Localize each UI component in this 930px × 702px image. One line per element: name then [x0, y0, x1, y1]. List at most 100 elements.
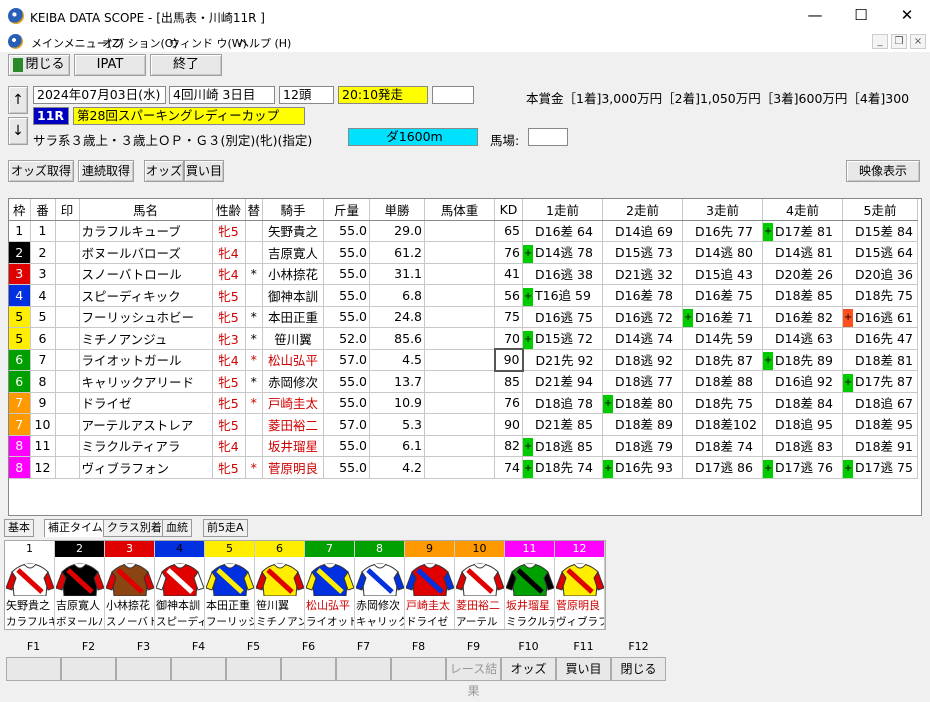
tab-class-betsu[interactable]: クラス別着 — [103, 519, 166, 537]
fkey-button-3[interactable] — [116, 657, 171, 681]
silk-card[interactable]: 6 笹川翼 ミチノアン — [255, 541, 305, 629]
maximize-button[interactable]: ☐ — [838, 0, 884, 32]
menu-window[interactable]: ウィンド ウ(W) — [169, 35, 247, 51]
table-row[interactable]: 8 12 ヴィブラフォン 牝5 * 菅原明良 55.0 4.2 74 + D18先 74 + D16先 … — [9, 456, 919, 479]
table-row[interactable]: 2 2 ボヌールバローズ 牝4 吉原寛人 55.0 61.2 76 + D14逃 78 D15逃 7… — [9, 241, 919, 264]
menu-help[interactable]: ヘルプ (H) — [238, 35, 291, 51]
mark-cell[interactable] — [55, 413, 80, 436]
table-row[interactable]: 6 8 キャリックアリード 牝5 * 赤岡修次 55.0 13.7 85 D21差 94 D18逃 … — [9, 370, 919, 393]
col-header[interactable]: 5走前 — [842, 199, 919, 221]
silk-card[interactable]: 5 本田正重 フーリッシ — [205, 541, 255, 629]
next-race-button[interactable]: ↓ — [8, 117, 28, 145]
fkey-button-11[interactable]: 買い目 — [556, 657, 611, 681]
silk-card[interactable]: 8 赤岡修次 キャリック — [355, 541, 405, 629]
table-row[interactable]: 4 4 スピーディキック 牝5 御神本訓 55.0 6.8 56 + T16追 59 D16差 78… — [9, 284, 919, 307]
menu-options[interactable]: オプ ション(O) — [102, 35, 178, 51]
silk-horse-name: フーリッシ — [206, 616, 254, 628]
weight-cell: 55.0 — [323, 306, 371, 328]
odds-fetch-button[interactable]: オッズ取得 — [8, 160, 74, 182]
mark-cell[interactable] — [55, 392, 80, 414]
col-header[interactable]: 騎手 — [262, 199, 325, 221]
col-header[interactable]: 斤量 — [323, 199, 371, 221]
silk-card[interactable]: 11 坂井瑠星 ミラクルテ — [505, 541, 555, 629]
silk-card[interactable]: 2 吉原寛人 ボヌールバ — [55, 541, 105, 629]
table-row[interactable]: 5 5 フーリッシュホビー 牝5 * 本田正重 55.0 24.8 75 D16逃 75 D16逃 … — [9, 306, 919, 328]
fkey-button-6[interactable] — [281, 657, 336, 681]
past-race-text: D18逃 92 — [615, 352, 673, 368]
mark-cell[interactable] — [55, 306, 80, 328]
silk-number: 12 — [555, 541, 604, 557]
close-button[interactable]: 閉じる — [8, 54, 70, 76]
trend-marker — [843, 352, 853, 370]
horse-name-cell: ミラクルティアラ — [79, 435, 213, 457]
mark-cell[interactable] — [55, 435, 80, 457]
table-row[interactable]: 3 3 スノーバトロール 牝4 * 小林捺花 55.0 31.1 41 D16逃 38 D21逃 3… — [9, 263, 919, 285]
silk-horse-name: スピーディ — [156, 616, 204, 628]
col-header[interactable]: 枠 — [9, 199, 31, 221]
silk-card[interactable]: 4 御神本訓 スピーディ — [155, 541, 205, 629]
silk-card[interactable]: 7 松山弘平 ライオット — [305, 541, 355, 629]
mark-cell[interactable] — [55, 327, 80, 350]
silk-card[interactable]: 12 菅原明良 ヴィブラフ — [555, 541, 605, 629]
mark-cell[interactable] — [55, 263, 80, 285]
silk-card[interactable]: 1 矢野貴之カラフルキュ — [5, 541, 55, 629]
fkey-button-2[interactable] — [61, 657, 116, 681]
table-row[interactable]: 5 6 ミチノアンジュ 牝3 * 笹川翼 52.0 85.6 70 + D15逃 72 D14逃 74… — [9, 327, 919, 350]
col-header[interactable]: 馬体重 — [424, 199, 496, 221]
fkey-button-4[interactable] — [171, 657, 226, 681]
jockey-silk-icon — [556, 563, 604, 596]
col-header[interactable]: 番 — [30, 199, 56, 221]
fkey-button-1[interactable] — [6, 657, 61, 681]
fkey-button-12[interactable]: 閉じる — [611, 657, 666, 681]
ipat-button[interactable]: IPAT — [74, 54, 146, 76]
col-header[interactable]: 2走前 — [602, 199, 684, 221]
silk-card[interactable]: 3 小林捺花 スノーバト — [105, 541, 155, 629]
mark-cell[interactable] — [55, 370, 80, 393]
mark-cell[interactable] — [55, 456, 80, 479]
table-row[interactable]: 6 7 ライオットガール 牝4 * 松山弘平 57.0 4.5 90 D21先 92 D18逃 92… — [9, 348, 919, 372]
tab-mae5so[interactable]: 前5走A — [203, 519, 248, 537]
silk-card[interactable]: 9 戸崎圭太 ドライゼ — [405, 541, 455, 629]
col-header[interactable]: 馬名 — [79, 199, 213, 221]
mark-cell[interactable] — [55, 284, 80, 307]
table-row[interactable]: 1 1 カラフルキューブ 牝5 矢野貴之 55.0 29.0 65 D16差 64 D14追 69… — [9, 220, 919, 242]
exit-button[interactable]: 終了 — [150, 54, 222, 76]
col-header[interactable]: 1走前 — [522, 199, 604, 221]
mdi-restore-button[interactable]: ❐ — [891, 34, 907, 49]
mark-cell[interactable] — [55, 241, 80, 264]
fkey-button-5[interactable] — [226, 657, 281, 681]
continuous-fetch-button[interactable]: 連続取得 — [78, 160, 134, 182]
fkey-button-9[interactable]: レース結果 — [446, 657, 501, 698]
mdi-close-button[interactable]: × — [910, 34, 926, 49]
mark-cell[interactable] — [55, 220, 80, 242]
col-header[interactable]: 替 — [245, 199, 264, 221]
table-row[interactable]: 7 10 アーテルアストレア 牝5 菱田裕二 57.0 5.3 90 D21差 85 D18差 8… — [9, 413, 919, 436]
fkey-button-8[interactable] — [391, 657, 446, 681]
silk-card[interactable]: 10 菱田裕二 アーテル — [455, 541, 505, 629]
past-race-cell: D21差 85 — [522, 413, 604, 436]
past-race-cell: D14先 59 — [682, 327, 764, 350]
kaime-button[interactable]: 買い目 — [184, 160, 224, 182]
fkey-button-10[interactable]: オッズ — [501, 657, 556, 681]
prev-race-button[interactable]: ↑ — [8, 86, 28, 114]
trend-marker — [763, 417, 773, 435]
minimize-button[interactable]: — — [792, 0, 838, 32]
mdi-minimize-button[interactable]: _ — [872, 34, 888, 49]
col-header[interactable]: 印 — [55, 199, 80, 221]
fkey-button-7[interactable] — [336, 657, 391, 681]
mark-cell[interactable] — [55, 349, 80, 371]
past-race-cell: D18追 78 — [522, 392, 604, 414]
col-header[interactable]: 3走前 — [682, 199, 764, 221]
col-header[interactable]: 4走前 — [762, 199, 844, 221]
tab-kihon[interactable]: 基本 — [4, 519, 34, 537]
odds-button[interactable]: オッズ — [144, 160, 184, 182]
table-row[interactable]: 7 9 ドライゼ 牝5 * 戸崎圭太 55.0 10.9 76 D18追 78 + D18差 80 D1… — [9, 392, 919, 414]
tab-hosei-time[interactable]: 補正タイム — [44, 519, 107, 537]
col-header[interactable]: 性齢 — [212, 199, 246, 221]
close-window-button[interactable]: ✕ — [884, 0, 930, 32]
col-header[interactable]: 単勝 — [369, 199, 426, 221]
tab-ketto[interactable]: 血統 — [162, 519, 192, 537]
video-button[interactable]: 映像表示 — [846, 160, 920, 182]
col-header[interactable]: KD — [494, 199, 524, 221]
table-row[interactable]: 8 11 ミラクルティアラ 牝4 坂井瑠星 55.0 6.1 82 + D18逃 85 D18逃 7… — [9, 435, 919, 457]
